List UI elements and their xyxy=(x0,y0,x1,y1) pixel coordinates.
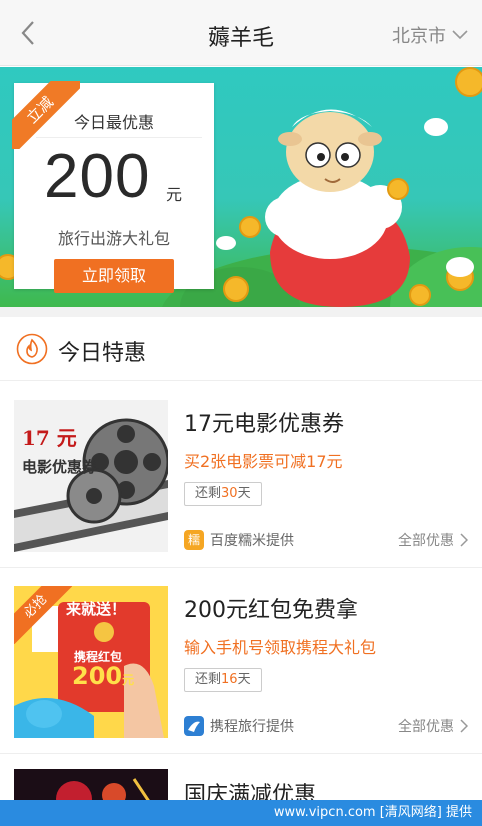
section-header: 今日特惠 xyxy=(0,317,482,381)
thumb-headline-text: 来就送！ xyxy=(66,600,127,618)
deal-subtitle: 输入手机号领取携程大礼包 xyxy=(184,638,377,657)
deal-thumbnail: 17 元 电影优惠券 xyxy=(14,400,168,552)
deal-item-red-packet[interactable]: 必抢 来就送！ 携程红包 200元 200元红包免费拿 输入手机号领取携程大礼包… xyxy=(0,568,482,754)
city-label: 北京市 xyxy=(392,26,446,47)
remaining-prefix: 还剩 xyxy=(195,672,222,687)
coupon-subtitle: 旅行出游大礼包 xyxy=(57,229,170,248)
deal-title: 200元红包免费拿 xyxy=(184,598,358,623)
deal-subtitle: 买2张电影票可减17元 xyxy=(184,452,343,471)
thumb-amount: 200 xyxy=(72,662,123,690)
provider-label: 携程旅行提供 xyxy=(210,719,294,735)
ctrip-logo-icon xyxy=(184,716,204,736)
all-deals-link[interactable]: 全部优惠 xyxy=(398,716,468,736)
watermark-bar: www.vipcn.com [清风网络] 提供 xyxy=(0,800,482,826)
remaining-days-badge: 还剩16天 xyxy=(184,668,262,692)
badge-label: 必抢 xyxy=(14,586,72,644)
divider xyxy=(36,137,202,138)
remaining-days: 30 xyxy=(221,486,238,501)
thumb-price-text: 17 元 xyxy=(22,426,77,450)
coupon-amount: 200 xyxy=(44,142,151,211)
remaining-days-badge: 还剩30天 xyxy=(184,482,262,506)
thumb-caption-text: 电影优惠券 xyxy=(22,458,98,476)
provider-info: 糯 百度糯米提供 xyxy=(184,530,294,550)
chevron-down-icon xyxy=(452,30,468,40)
thumb-unit: 元 xyxy=(122,673,135,687)
all-deals-label: 全部优惠 xyxy=(398,719,454,735)
claim-now-button[interactable]: 立即领取 xyxy=(54,259,174,293)
coupon-card-title: 今日最优惠 xyxy=(73,113,154,132)
deal-title: 17元电影优惠券 xyxy=(184,412,344,437)
section-title: 今日特惠 xyxy=(58,341,147,366)
remaining-suffix: 天 xyxy=(237,486,251,501)
provider-label: 百度糯米提供 xyxy=(210,533,294,549)
remaining-prefix: 还剩 xyxy=(195,486,222,501)
chevron-right-icon xyxy=(460,719,468,733)
remaining-suffix: 天 xyxy=(237,672,251,687)
chevron-right-icon xyxy=(460,533,468,547)
all-deals-label: 全部优惠 xyxy=(398,533,454,549)
city-selector[interactable]: 北京市 xyxy=(392,22,468,48)
top-nav-bar: 薅羊毛 北京市 xyxy=(0,0,482,66)
fire-icon xyxy=(16,333,48,365)
coupon-card: 立减 今日最优惠 200 元 旅行出游大礼包 立即领取 xyxy=(12,81,214,293)
thumb-amount-text: 200元 xyxy=(72,662,134,690)
provider-info: 携程旅行提供 xyxy=(184,716,294,736)
section-spacer xyxy=(0,307,482,317)
nuomi-logo-icon: 糯 xyxy=(184,530,204,550)
all-deals-link[interactable]: 全部优惠 xyxy=(398,530,468,550)
deal-item-movie-coupon[interactable]: 17 元 电影优惠券 17元电影优惠券 买2张电影票可减17元 还剩30天 糯 … xyxy=(0,382,482,568)
promo-banner[interactable]: 立减 今日最优惠 200 元 旅行出游大礼包 立即领取 xyxy=(0,67,482,307)
remaining-days: 16 xyxy=(221,672,238,687)
coupon-unit: 元 xyxy=(166,185,183,204)
deal-thumbnail: 必抢 来就送！ 携程红包 200元 xyxy=(14,586,168,738)
badge-ribbon: 必抢 xyxy=(14,586,72,644)
